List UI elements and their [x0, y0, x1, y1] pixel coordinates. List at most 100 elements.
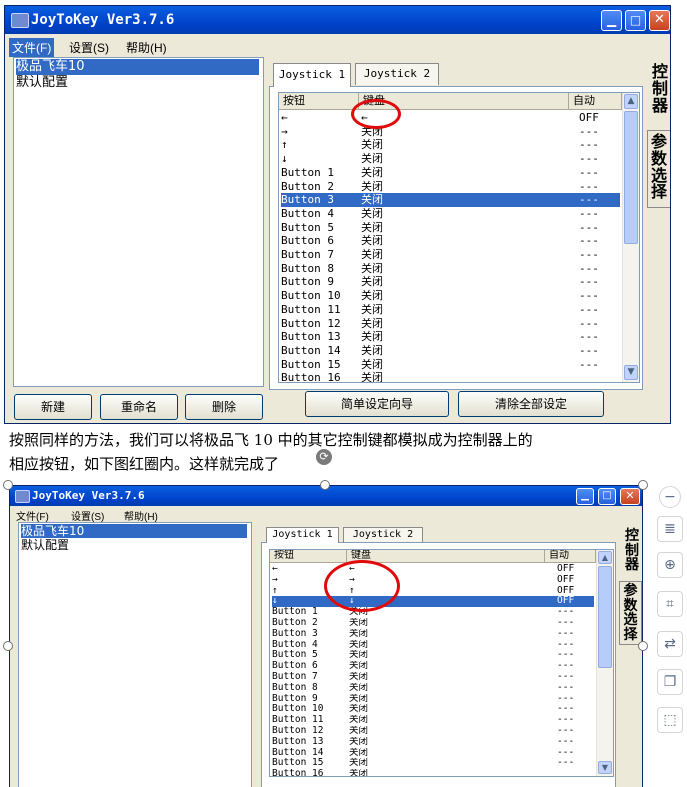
table-row[interactable]: ↑ 关闭 ---	[281, 138, 620, 152]
tab-joystick-1[interactable]: Joystick 1	[273, 63, 351, 87]
menu-settings[interactable]: 设置(S)	[69, 39, 109, 56]
screenshot-select-icon[interactable]: ⬚	[657, 707, 683, 733]
profile-item[interactable]: 默认配置	[16, 75, 68, 91]
translate-icon[interactable]: ⇄	[657, 631, 683, 657]
table-row[interactable]: Button 1 关闭 ---	[272, 607, 594, 618]
close-button[interactable]: ✕	[649, 10, 670, 31]
table-row[interactable]: Button 14 关闭 ---	[281, 344, 620, 358]
table-row[interactable]: Button 11 关闭 ---	[272, 715, 594, 726]
column-header-auto[interactable]: 自动	[569, 93, 622, 109]
mapping-grid[interactable]: 按钮 键盘 自动 ← ← OFF → → OFF ↑ ↑ OFF ↓ ↓ OFF Button 1 关闭 -…	[269, 549, 614, 777]
vertical-scrollbar[interactable]: ▲ ▼	[596, 550, 613, 776]
maximize-button[interactable]: □	[625, 10, 646, 31]
close-button[interactable]: ✕	[620, 488, 640, 505]
table-row[interactable]: Button 15 关闭 ---	[281, 358, 620, 372]
table-row[interactable]: Button 4 关闭 ---	[281, 207, 620, 221]
tab-joystick-2[interactable]: Joystick 2	[343, 527, 423, 542]
column-header-button[interactable]: 按钮	[270, 550, 347, 562]
table-row[interactable]: Button 8 关闭 ---	[272, 683, 594, 694]
side-tab-preferences[interactable]: 参数选择	[619, 581, 642, 645]
table-row[interactable]: Button 14 关闭 ---	[272, 748, 594, 759]
rename-profile-button[interactable]: 重命名	[100, 394, 178, 420]
title-bar[interactable]: JoyToKey Ver3.7.6 ▁ □ ✕	[5, 6, 670, 34]
resize-handle-middle-right[interactable]	[638, 641, 648, 651]
profile-list[interactable]: 极品飞车10 默认配置	[18, 522, 252, 787]
table-row[interactable]: Button 3 关闭 ---	[281, 193, 620, 207]
table-row[interactable]: ↓ ↓ OFF	[272, 596, 594, 608]
menu-file[interactable]: 文件(F)	[16, 508, 49, 523]
resize-handle-middle-left[interactable]	[3, 641, 13, 651]
copy-icon[interactable]: ❐	[657, 669, 683, 695]
resize-handle-top-right[interactable]	[638, 480, 648, 490]
table-row[interactable]: Button 7 关闭 ---	[281, 248, 620, 262]
table-row[interactable]: ← ← OFF	[281, 111, 620, 125]
maximize-button[interactable]: □	[598, 488, 616, 505]
table-row[interactable]: Button 3 关闭 ---	[272, 629, 594, 640]
delete-profile-button[interactable]: 删除	[185, 394, 263, 420]
table-row[interactable]: Button 2 关闭 ---	[281, 180, 620, 194]
scroll-up-icon[interactable]: ▲	[624, 94, 638, 109]
minimize-button[interactable]: ▁	[601, 10, 622, 31]
table-row[interactable]: Button 8 关闭 ---	[281, 262, 620, 276]
table-row[interactable]: Button 13 关闭 ---	[272, 737, 594, 748]
table-row[interactable]: Button 7 关闭 ---	[272, 672, 594, 683]
menu-help[interactable]: 帮助(H)	[126, 39, 167, 56]
tab-joystick-2[interactable]: Joystick 2	[355, 63, 439, 85]
side-tab-preferences[interactable]: 参数选择	[647, 130, 670, 208]
menu-settings[interactable]: 设置(S)	[71, 508, 104, 523]
text-recognize-icon[interactable]: ≣	[657, 516, 683, 542]
tab-joystick-1[interactable]: Joystick 1	[266, 527, 339, 543]
table-row[interactable]: Button 16 关闭	[272, 769, 594, 776]
scroll-down-icon[interactable]: ▼	[598, 761, 612, 774]
table-row[interactable]: Button 9 关闭 ---	[281, 275, 620, 289]
table-row[interactable]: Button 11 关闭 ---	[281, 303, 620, 317]
table-row[interactable]: Button 2 关闭 ---	[272, 618, 594, 629]
profile-item[interactable]: 极品飞车10	[16, 59, 259, 75]
column-header-keyboard[interactable]: 键盘	[347, 550, 545, 562]
simple-wizard-button[interactable]: 简单设定向导	[305, 391, 449, 417]
resize-handle-top-center[interactable]	[320, 480, 330, 490]
column-header-button[interactable]: 按钮	[279, 93, 359, 109]
scroll-thumb[interactable]	[624, 111, 638, 244]
table-row[interactable]: → 关闭 ---	[281, 125, 620, 139]
crop-icon[interactable]: ⌗	[657, 591, 683, 617]
table-row[interactable]: Button 5 关闭 ---	[272, 650, 594, 661]
table-row[interactable]: Button 9 关闭 ---	[272, 694, 594, 705]
table-row[interactable]: → → OFF	[272, 575, 594, 586]
new-profile-button[interactable]: 新建	[14, 394, 92, 420]
table-row[interactable]: Button 10 关闭 ---	[281, 289, 620, 303]
table-row[interactable]: ↓ 关闭 ---	[281, 152, 620, 166]
table-row[interactable]: Button 10 关闭 ---	[272, 704, 594, 715]
column-header-auto[interactable]: 自动	[545, 550, 596, 562]
table-row[interactable]: Button 4 关闭 ---	[272, 640, 594, 651]
scroll-down-icon[interactable]: ▼	[624, 365, 638, 380]
minimize-button[interactable]: ▁	[576, 488, 594, 505]
zoom-in-icon[interactable]: ⊕	[657, 552, 683, 578]
minus-circle-icon[interactable]: −	[659, 486, 681, 508]
table-row[interactable]: ← ← OFF	[272, 564, 594, 575]
table-row[interactable]: Button 1 关闭 ---	[281, 166, 620, 180]
mapping-grid[interactable]: 按钮 键盘 自动 ← ← OFF → 关闭 --- ↑ 关闭 --- ↓ 关闭 --- Button 1…	[278, 92, 640, 383]
vertical-scrollbar[interactable]: ▲ ▼	[622, 93, 639, 382]
table-row[interactable]: Button 13 关闭 ---	[281, 330, 620, 344]
profile-item[interactable]: 默认配置	[21, 538, 69, 552]
table-row[interactable]: Button 5 关闭 ---	[281, 221, 620, 235]
side-tab-controller[interactable]: 控制器	[649, 63, 670, 122]
scroll-thumb[interactable]	[598, 566, 612, 668]
side-tab-controller[interactable]: 控制器	[622, 529, 642, 579]
rotate-handle[interactable]: ⟳	[316, 449, 332, 465]
table-row[interactable]: Button 15 关闭 ---	[272, 758, 594, 769]
table-row[interactable]: Button 12 关闭 ---	[272, 726, 594, 737]
profile-item[interactable]: 极品飞车10	[21, 524, 247, 538]
menu-file[interactable]: 文件(F)	[9, 38, 55, 57]
table-row[interactable]: Button 16 关闭	[281, 371, 620, 382]
scroll-up-icon[interactable]: ▲	[598, 551, 612, 564]
clear-all-button[interactable]: 清除全部设定	[458, 391, 604, 417]
table-row[interactable]: ↑ ↑ OFF	[272, 586, 594, 597]
table-row[interactable]: Button 6 关闭 ---	[281, 234, 620, 248]
menu-help[interactable]: 帮助(H)	[124, 508, 158, 523]
resize-handle-top-left[interactable]	[3, 480, 13, 490]
table-row[interactable]: Button 6 关闭 ---	[272, 661, 594, 672]
profile-list[interactable]: 极品飞车10 默认配置	[13, 57, 264, 387]
table-row[interactable]: Button 12 关闭 ---	[281, 317, 620, 331]
